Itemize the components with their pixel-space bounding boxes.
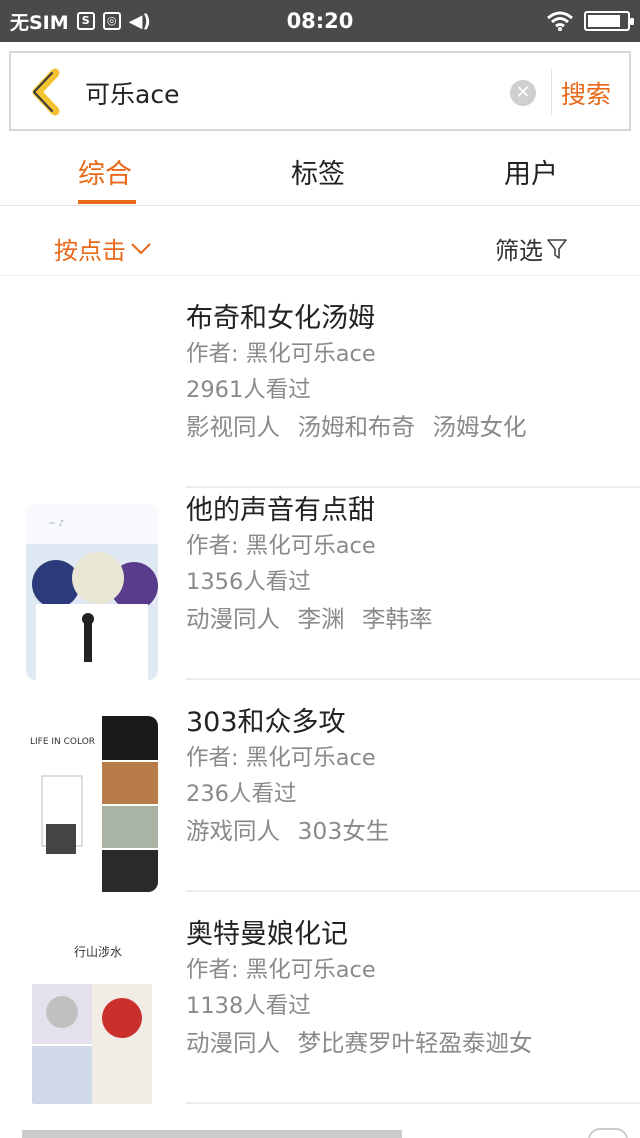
result-author: 作者: 黑化可乐ace: [186, 533, 376, 559]
result-author: 作者: 黑化可乐ace: [186, 341, 376, 367]
tab-comprehensive[interactable]: 综合: [78, 152, 132, 191]
result-item[interactable]: ~ ♪ 他的声音有点甜 作者: 黑化可乐ace 1356人看过 动漫同人 李渊 …: [0, 468, 640, 680]
divider: [186, 1102, 640, 1104]
search-bar: 可乐ace ✕ 搜索: [0, 42, 640, 140]
result-views: 1356人看过: [186, 569, 311, 595]
funnel-icon: [547, 238, 567, 259]
tag: 动漫同人: [186, 605, 280, 633]
status-bar: 无SIM S ◎ ◀︎) 08:20: [0, 0, 640, 42]
result-tags: 动漫同人 梦比赛罗叶轻盈泰迦女: [186, 1024, 542, 1058]
sort-dropdown[interactable]: 按点击: [54, 231, 152, 266]
next-row-peek: [0, 1122, 640, 1138]
search-box: 可乐ace ✕ 搜索: [9, 51, 631, 131]
tag: 梦比赛罗叶轻盈泰迦女: [297, 1029, 533, 1057]
tag: 汤姆女化: [432, 413, 527, 441]
search-divider: [551, 69, 552, 115]
clear-icon[interactable]: ✕: [510, 80, 536, 106]
back-button[interactable]: [25, 67, 71, 117]
result-title: 布奇和女化汤姆: [186, 303, 375, 334]
filter-row: 按点击 筛选: [0, 206, 640, 276]
tag: 汤姆和布奇: [297, 413, 415, 441]
cover-text: 行山涉水: [74, 945, 122, 959]
chevron-down-icon: [131, 242, 151, 254]
cover-illustration: 行山涉水: [26, 928, 158, 1104]
result-item[interactable]: 行山涉水 奥特曼娘化记 作者: 黑化可乐ace 1138人看过 动漫同人 梦比赛…: [0, 892, 640, 1104]
result-views: 236人看过: [186, 781, 297, 807]
tag: 动漫同人: [186, 1029, 280, 1057]
tab-bar: 综合 标签 用户: [0, 140, 640, 206]
sort-label: 按点击: [54, 237, 126, 265]
result-views: 1138人看过: [186, 993, 311, 1019]
back-arrow-icon: [32, 68, 60, 116]
result-tags: 影视同人 汤姆和布奇 汤姆女化: [186, 408, 536, 442]
tab-users[interactable]: 用户: [504, 152, 558, 191]
tag: 游戏同人: [186, 817, 280, 845]
result-item[interactable]: 布奇和女化汤姆 作者: 黑化可乐ace 2961人看过 影视同人 汤姆和布奇 汤…: [0, 276, 640, 488]
cover-image: LIFE IN COLOR: [26, 716, 158, 892]
tag: 303女生: [297, 817, 390, 845]
battery-icon: [584, 11, 634, 31]
tab-tags[interactable]: 标签: [291, 152, 345, 191]
result-title: 奥特曼娘化记: [186, 919, 348, 950]
wifi-icon: [547, 11, 573, 31]
result-tags: 游戏同人 303女生: [186, 812, 399, 846]
cover-illustration: LIFE IN COLOR: [26, 716, 158, 892]
result-views: 2961人看过: [186, 377, 311, 403]
tag: 影视同人: [186, 413, 280, 441]
cover-illustration: ~ ♪: [26, 504, 158, 680]
result-title: 303和众多攻: [186, 707, 346, 738]
cover-text: LIFE IN COLOR: [30, 737, 95, 747]
result-tags: 动漫同人 李渊 李韩率: [186, 600, 442, 634]
cover-image: 行山涉水: [26, 928, 158, 1104]
cover-image: ~ ♪: [26, 504, 158, 680]
search-button[interactable]: 搜索: [561, 75, 611, 111]
filter-button[interactable]: 筛选: [495, 231, 567, 266]
tag: 李渊: [297, 605, 345, 633]
svg-text:~ ♪: ~ ♪: [48, 519, 64, 529]
result-author: 作者: 黑化可乐ace: [186, 745, 376, 771]
result-author: 作者: 黑化可乐ace: [186, 957, 376, 983]
status-right: [546, 9, 634, 33]
battery-level: [588, 15, 620, 27]
clock: 08:20: [286, 9, 354, 33]
result-item[interactable]: LIFE IN COLOR 303和众多攻 作者: 黑化可乐ace 236人看过…: [0, 680, 640, 892]
active-tab-indicator: [78, 200, 136, 204]
search-input[interactable]: 可乐ace: [85, 75, 179, 111]
result-title: 他的声音有点甜: [186, 495, 375, 526]
tag: 李韩率: [361, 605, 433, 633]
filter-label: 筛选: [495, 237, 543, 265]
